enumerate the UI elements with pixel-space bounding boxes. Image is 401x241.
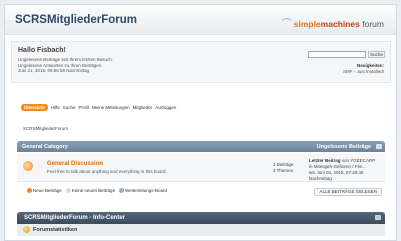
board-stats: 3 Beiträge 3 Themen [273,162,294,174]
menu-item-members[interactable]: Mitglieder [133,105,153,110]
forum-title[interactable]: SCRSMitgliederForum [15,14,137,26]
board-topics-count: 3 Themen [273,168,294,173]
category-header: General Category Ungelesene Beiträge – [17,141,385,152]
forum-header: SCRSMitgliederForum ⌒ simplemachines foru… [5,5,396,35]
menu-item-profile[interactable]: Profil [79,105,89,110]
user-links: Ungelesene Beiträge seit Ihrem letzten B… [18,57,113,74]
news-title: Neuigkeiten: [356,63,384,68]
unread-posts-link[interactable]: Ungelesene Beiträge seit Ihrem letzten B… [18,57,113,63]
last-post-label: Letzter Beitrag [309,158,341,163]
unread-posts-header-link[interactable]: Ungelesene Beiträge [317,144,371,150]
redirect-board-icon [119,188,125,194]
main-menu: Übersicht Hilfe Suche Profil Meine Mitte… [21,103,176,112]
smf-swoosh-icon: ⌒ [281,19,292,30]
search-input[interactable] [308,51,366,58]
board-last-post: Letzter Beitrag von YGEECARP in Mitesgeh… [309,158,385,182]
menu-item-search[interactable]: Suche [63,105,76,110]
board-legend: Neue Beiträge Keine neuen Beiträge Weite… [27,188,167,194]
legend-redirect-board: Weiterleitungs-Board [119,188,167,194]
new-posts-icon [27,188,32,194]
board-description: Feel free to talk about anything and eve… [47,169,167,174]
info-center-header: SCRSMitgliederForum - Info-Center – [17,212,385,224]
user-info-box: Hallo Fisbach! Ungelesene Beiträge seit … [11,41,391,83]
forum-page: SCRSMitgliederForum ⌒ simplemachines foru… [4,4,397,241]
board-row: General Discussion Feel free to talk abo… [17,154,385,182]
last-post-author[interactable]: von YGEECARP [342,158,375,163]
board-name[interactable]: General Discussion [47,161,103,167]
legend-new-posts: Neue Beiträge [27,188,62,194]
current-time: Juni 21, 2015, 05:56:58 Nachmittag [18,68,90,73]
menu-item-help[interactable]: Hilfe [51,105,60,110]
board-status-icon[interactable] [23,161,33,171]
forum-stats-title[interactable]: Forumstatistiken [33,227,77,233]
menu-item-overview[interactable]: Übersicht [21,104,48,111]
smf-logo[interactable]: ⌒ simplemachines forum [282,15,384,30]
news-text: SMF - Just Installed! [342,69,384,74]
category-title[interactable]: General Category [22,144,68,150]
menu-item-logout[interactable]: Ausloggen [155,105,176,110]
collapse-info-center-icon[interactable]: – [375,215,381,220]
stats-icon [23,226,30,233]
user-greeting: Hallo Fisbach! [18,47,66,54]
search-button[interactable]: Suche [368,51,385,58]
no-new-posts-icon [65,188,71,194]
mark-all-read-button[interactable]: ALLE BEITRÄGE GELESEN [314,188,382,196]
collapse-category-icon[interactable]: – [376,144,382,149]
forum-stats-row: Forumstatistiken [17,224,385,236]
info-center-title: SCRSMitgliederForum - Info-Center [24,215,126,221]
last-post-date: am Juni 03, 2015, 07:20:46 Nachmittag [309,170,364,181]
menu-item-messages[interactable]: Meine Mitteilungen [92,105,130,110]
breadcrumb[interactable]: SCRSMitgliederForum [23,126,68,131]
legend-no-new-posts: Keine neuen Beiträge [65,188,115,194]
